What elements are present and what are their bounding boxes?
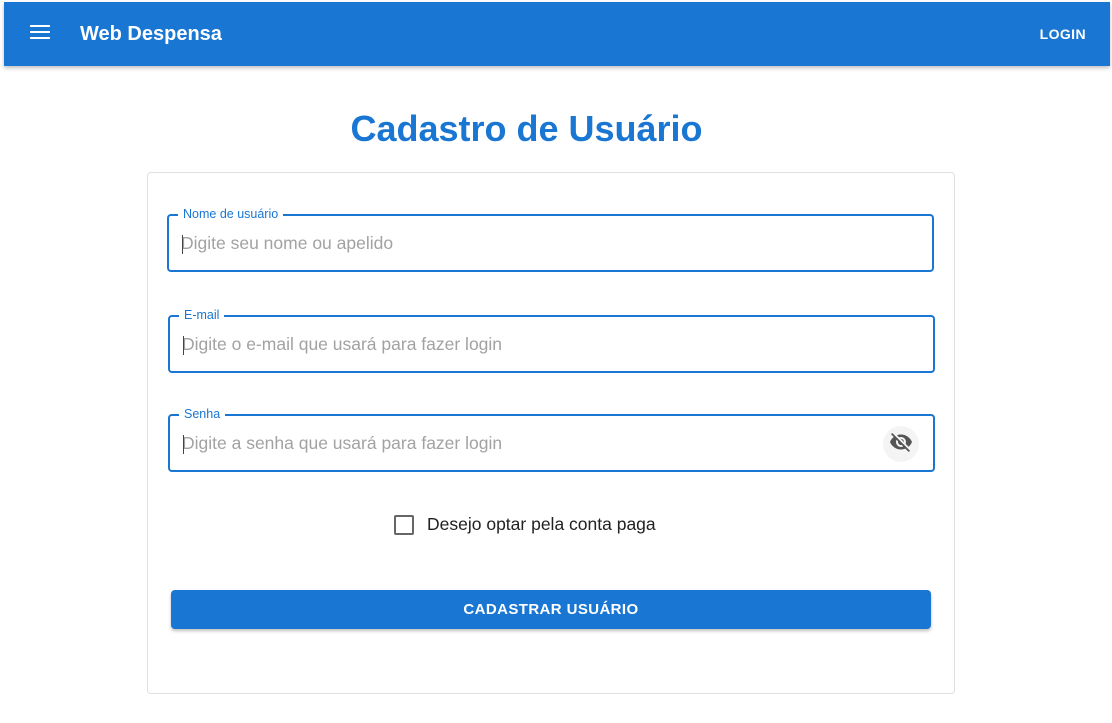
password-input[interactable] — [182, 416, 862, 470]
page-title: Cadastro de Usuário — [350, 108, 703, 149]
password-field[interactable]: Senha — [168, 406, 935, 472]
menu-icon — [30, 24, 50, 44]
eye-off-icon — [889, 430, 913, 459]
register-user-button[interactable]: CADASTRAR USUÁRIO — [171, 590, 931, 629]
username-input[interactable] — [181, 216, 914, 270]
menu-button[interactable] — [24, 18, 56, 50]
app-bar: Web Despensa LOGIN — [4, 2, 1110, 66]
app-title: Web Despensa — [80, 23, 222, 45]
paid-account-label: Desejo optar pela conta paga — [427, 514, 656, 534]
login-button[interactable]: LOGIN — [1030, 16, 1096, 52]
email-input[interactable] — [182, 317, 915, 371]
username-field[interactable]: Nome de usuário — [167, 206, 934, 272]
email-field[interactable]: E-mail — [168, 307, 935, 373]
paid-account-checkbox-row[interactable]: Desejo optar pela conta paga — [394, 514, 656, 535]
text-cursor — [183, 336, 184, 355]
toggle-password-visibility-button[interactable] — [883, 426, 919, 462]
text-cursor — [183, 435, 184, 454]
text-cursor — [182, 235, 183, 254]
paid-account-checkbox[interactable] — [394, 514, 414, 535]
